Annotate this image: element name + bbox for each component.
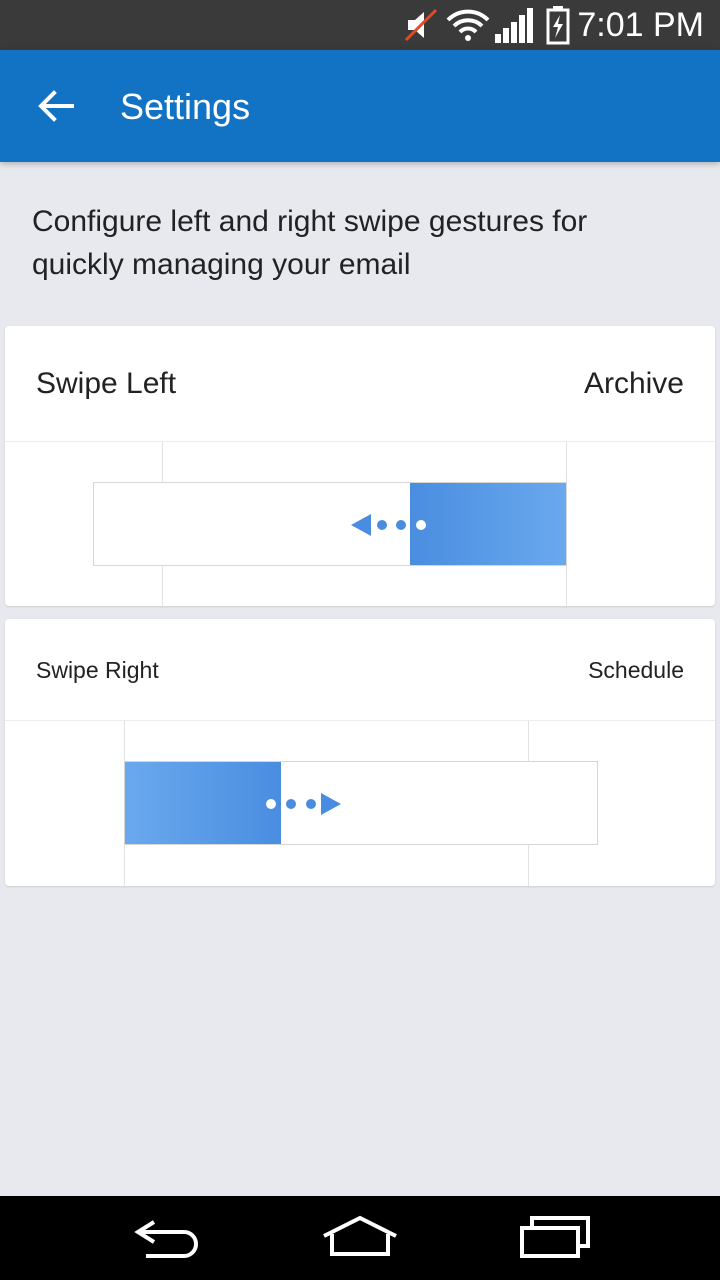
swipe-right-header[interactable]: Swipe Right Schedule — [5, 619, 715, 721]
swipe-left-arrow-icon — [351, 514, 426, 536]
back-nav-icon[interactable] — [128, 1216, 204, 1260]
swipe-left-card[interactable]: Swipe Left Archive — [5, 326, 715, 606]
recent-apps-icon[interactable] — [518, 1214, 592, 1260]
status-bar: 7:01 PM — [0, 0, 720, 50]
swipe-right-label: Swipe Right — [36, 657, 159, 683]
swipe-left-action: Archive — [583, 367, 684, 400]
swipe-right-illustration — [5, 721, 715, 886]
swipe-left-header[interactable]: Swipe Left Archive — [5, 326, 715, 442]
wifi-icon — [446, 9, 490, 41]
swipe-right-arrow-icon — [266, 793, 341, 815]
arrow-left-icon[interactable] — [32, 82, 80, 130]
swipe-highlight — [125, 762, 281, 844]
swipe-right-card[interactable]: Swipe Right Schedule — [5, 619, 715, 886]
app-bar: Settings — [0, 50, 720, 162]
email-preview — [93, 482, 567, 566]
swipe-left-label: Swipe Left — [36, 367, 177, 400]
nav-bar — [0, 1196, 720, 1280]
signal-icon — [495, 8, 533, 43]
settings-description: Configure left and right swipe gestures … — [32, 205, 588, 281]
clock: 7:01 PM — [577, 6, 704, 44]
swipe-left-illustration — [5, 442, 715, 606]
page-title: Settings — [120, 86, 251, 127]
swipe-right-action: Schedule — [588, 657, 684, 683]
home-nav-icon[interactable] — [320, 1214, 400, 1260]
mute-icon — [404, 8, 438, 42]
battery-charging-icon — [546, 6, 570, 45]
email-preview — [124, 761, 598, 845]
